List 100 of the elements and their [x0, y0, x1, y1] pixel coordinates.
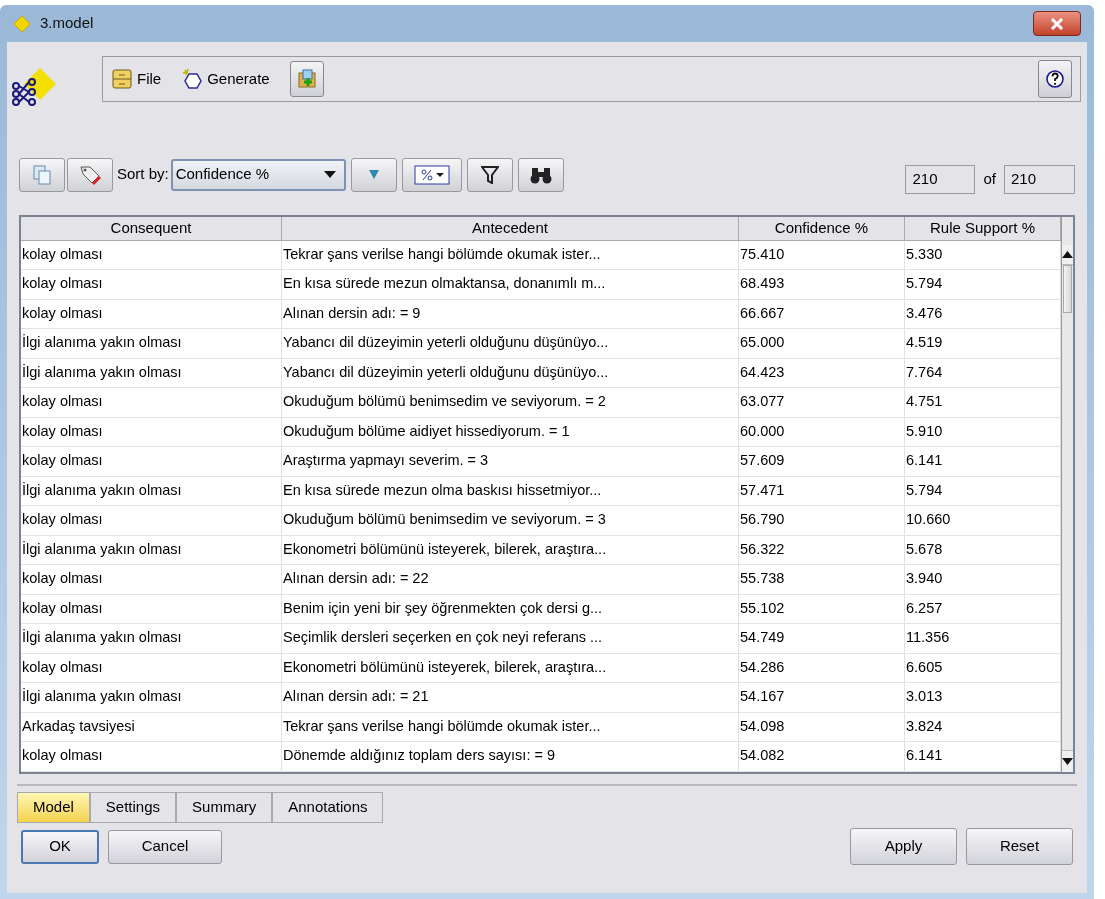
close-button[interactable]	[1033, 11, 1081, 36]
table-cell: Yabancı dil düzeyimin yeterli olduğunu düşünüyo...	[282, 329, 739, 358]
tab[interactable]: Annotations	[272, 792, 384, 823]
table-cell: 56.790	[739, 506, 905, 535]
table-cell: Seçimlik dersleri seçerken en çok neyi referans ...	[282, 624, 739, 653]
table-cell: Okuduğum bölüme aidiyet hissediyorum. = 1	[282, 417, 739, 446]
table-cell: 55.102	[739, 594, 905, 623]
table-cell: Alınan dersin adı: = 21	[282, 683, 739, 712]
tab[interactable]: Model	[17, 792, 90, 823]
help-button[interactable]	[1038, 60, 1072, 98]
help-icon	[1045, 69, 1065, 89]
hexagon-spark-icon	[181, 68, 204, 90]
percent-dropdown-icon	[413, 164, 450, 185]
menu-item[interactable]: File	[111, 67, 162, 91]
table-cell: 57.609	[739, 447, 905, 476]
record-index-field[interactable]: 210	[905, 165, 976, 194]
table-cell: kolay olması	[21, 388, 282, 417]
table-cell: İlgi alanıma yakın olması	[21, 358, 282, 387]
table-cell: Okuduğum bölümü benimsedim ve seviyorum. = 3	[282, 506, 739, 535]
table-cell: Dönemde aldığınız toplam ders sayısı: = 9	[282, 742, 739, 771]
dialog-button[interactable]: Apply	[850, 828, 957, 865]
table-cell: kolay olması	[21, 565, 282, 594]
scrollbar[interactable]	[1061, 217, 1073, 772]
record-total-field: 210	[1004, 165, 1075, 194]
table-cell: kolay olması	[21, 447, 282, 476]
of-label: of	[983, 169, 996, 190]
table-cell: 63.077	[739, 388, 905, 417]
table-cell: 57.471	[739, 476, 905, 505]
diamond-icon	[12, 13, 32, 34]
window-title: 3.model	[40, 13, 94, 34]
table-cell: En kısa sürede mezun olma baskısı hissetmiyor...	[282, 476, 739, 505]
sort-order-button[interactable]	[350, 157, 397, 192]
menu-item[interactable]: Generate	[181, 67, 270, 91]
table-cell: En kısa sürede mezun olmaktansa, donanımlı m...	[282, 270, 739, 299]
column-header[interactable]: Confidence %	[739, 217, 905, 240]
table-cell: 54.749	[739, 624, 905, 653]
tag-button[interactable]	[67, 157, 113, 192]
table-cell: Yabancı dil düzeyimin yeterli olduğunu düşünüyo...	[282, 358, 739, 387]
table-cell: İlgi alanıma yakın olması	[21, 624, 282, 653]
dropdown-arrow-icon	[323, 171, 336, 178]
table-cell: kolay olması	[21, 240, 282, 269]
table-cell: Arkadaş tavsiyesi	[21, 712, 282, 741]
tab[interactable]: Summary	[176, 792, 273, 823]
down-arrow-icon	[1062, 758, 1073, 765]
table-cell: kolay olması	[21, 742, 282, 771]
add-sheet-icon	[295, 68, 318, 90]
sort-label: Sort by:	[117, 164, 169, 185]
table-cell: İlgi alanıma yakın olması	[21, 329, 282, 358]
filter-icon	[480, 165, 499, 184]
table-cell: 56.322	[739, 535, 905, 564]
table-cell: kolay olması	[21, 299, 282, 328]
dialog-button[interactable]: Reset	[966, 828, 1073, 865]
tag-icon	[78, 163, 102, 186]
table-cell: İlgi alanıma yakın olması	[21, 683, 282, 712]
table-cell: 54.286	[739, 653, 905, 682]
scroll-thumb[interactable]	[1063, 265, 1072, 313]
table-cell: kolay olması	[21, 506, 282, 535]
table-cell: 64.423	[739, 358, 905, 387]
table-cell: Alınan dersin adı: = 22	[282, 565, 739, 594]
table-cell: Ekonometri bölümünü isteyerek, bilerek, araştıra...	[282, 653, 739, 682]
column-header[interactable]: Consequent	[21, 217, 282, 240]
table-cell: İlgi alanıma yakın olması	[21, 535, 282, 564]
table-cell: 65.000	[739, 329, 905, 358]
table-cell: 66.667	[739, 299, 905, 328]
cabinet-icon	[111, 68, 133, 90]
table-export-button[interactable]	[289, 61, 324, 97]
dialog-button[interactable]: OK	[21, 829, 99, 864]
table-cell: Alınan dersin adı: = 9	[282, 299, 739, 328]
table-cell: İlgi alanıma yakın olması	[21, 476, 282, 505]
scroll-up-button[interactable]	[1062, 245, 1073, 265]
table-cell: kolay olması	[21, 653, 282, 682]
table-cell: kolay olması	[21, 270, 282, 299]
copy-icon	[32, 163, 52, 186]
table-cell: 54.167	[739, 683, 905, 712]
table-cell: 60.000	[739, 417, 905, 446]
table-cell: Araştırma yapmayı severim. = 3	[282, 447, 739, 476]
table-cell: Okuduğum bölümü benimsedim ve seviyorum. = 2	[282, 388, 739, 417]
table-cell: Ekonometri bölümünü isteyerek, bilerek, araştıra...	[282, 535, 739, 564]
percent-button[interactable]	[401, 157, 462, 192]
table-cell: kolay olması	[21, 594, 282, 623]
up-arrow-icon	[1062, 251, 1073, 258]
filter-button[interactable]	[466, 157, 513, 192]
table-cell: 55.738	[739, 565, 905, 594]
table-cell: 68.493	[739, 270, 905, 299]
table-cell: Tekrar şans verilse hangi bölümde okumak ister...	[282, 712, 739, 741]
table-cell: Benim için yeni bir şey öğrenmekten çok dersi g...	[282, 594, 739, 623]
tab[interactable]: Settings	[89, 792, 177, 823]
table-cell: kolay olması	[21, 417, 282, 446]
copy-button[interactable]	[19, 157, 65, 192]
binoculars-icon	[529, 165, 552, 184]
table-cell: 75.410	[739, 240, 905, 269]
dialog-button[interactable]: Cancel	[108, 829, 222, 864]
table-cell: 54.082	[739, 742, 905, 771]
down-triangle-icon	[368, 170, 379, 179]
scroll-down-button[interactable]	[1062, 750, 1073, 772]
find-button[interactable]	[517, 157, 564, 192]
sort-dropdown[interactable]: Confidence %	[170, 158, 346, 191]
column-header[interactable]: Antecedent	[282, 217, 739, 240]
close-icon	[1050, 17, 1064, 30]
table-cell: Tekrar şans verilse hangi bölümde okumak ister...	[282, 240, 739, 269]
